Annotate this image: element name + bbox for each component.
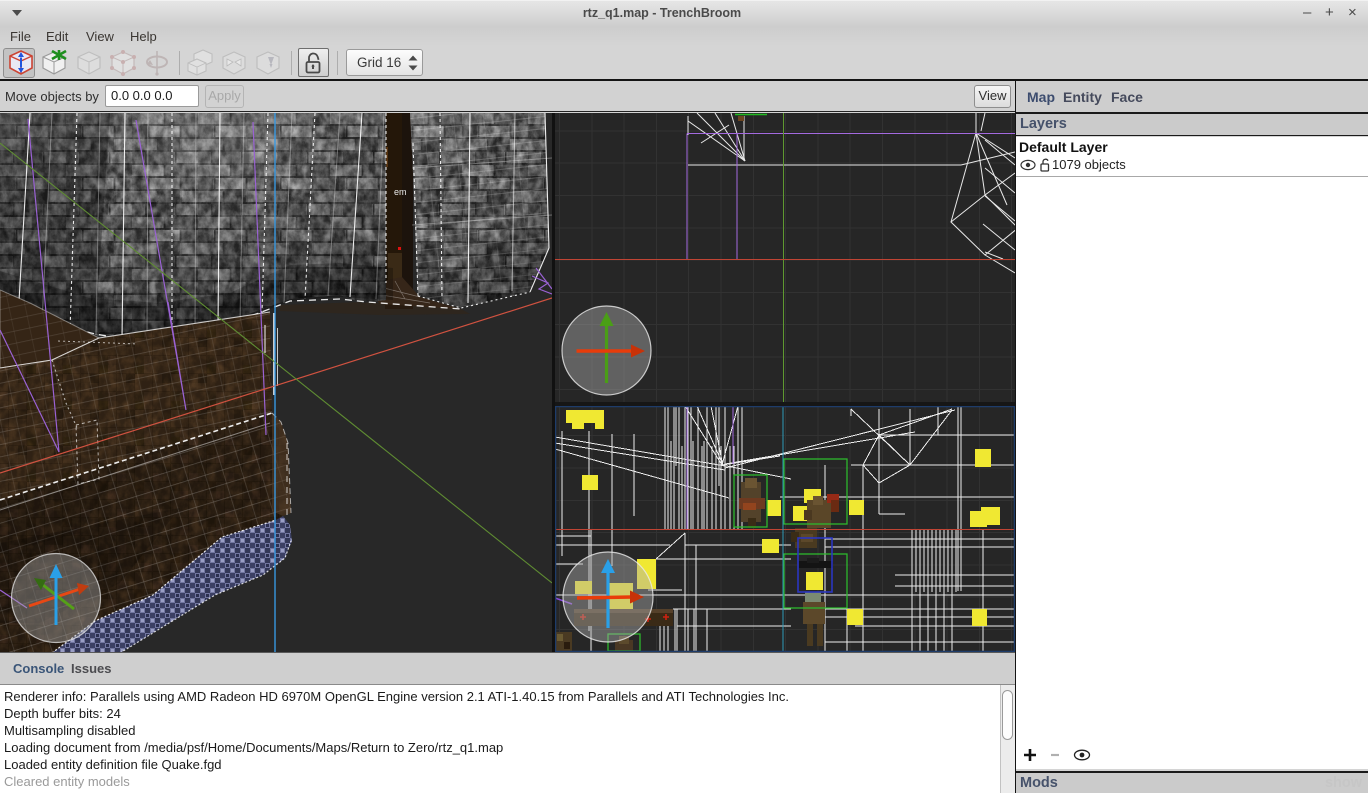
svg-text:em: em <box>394 187 407 197</box>
